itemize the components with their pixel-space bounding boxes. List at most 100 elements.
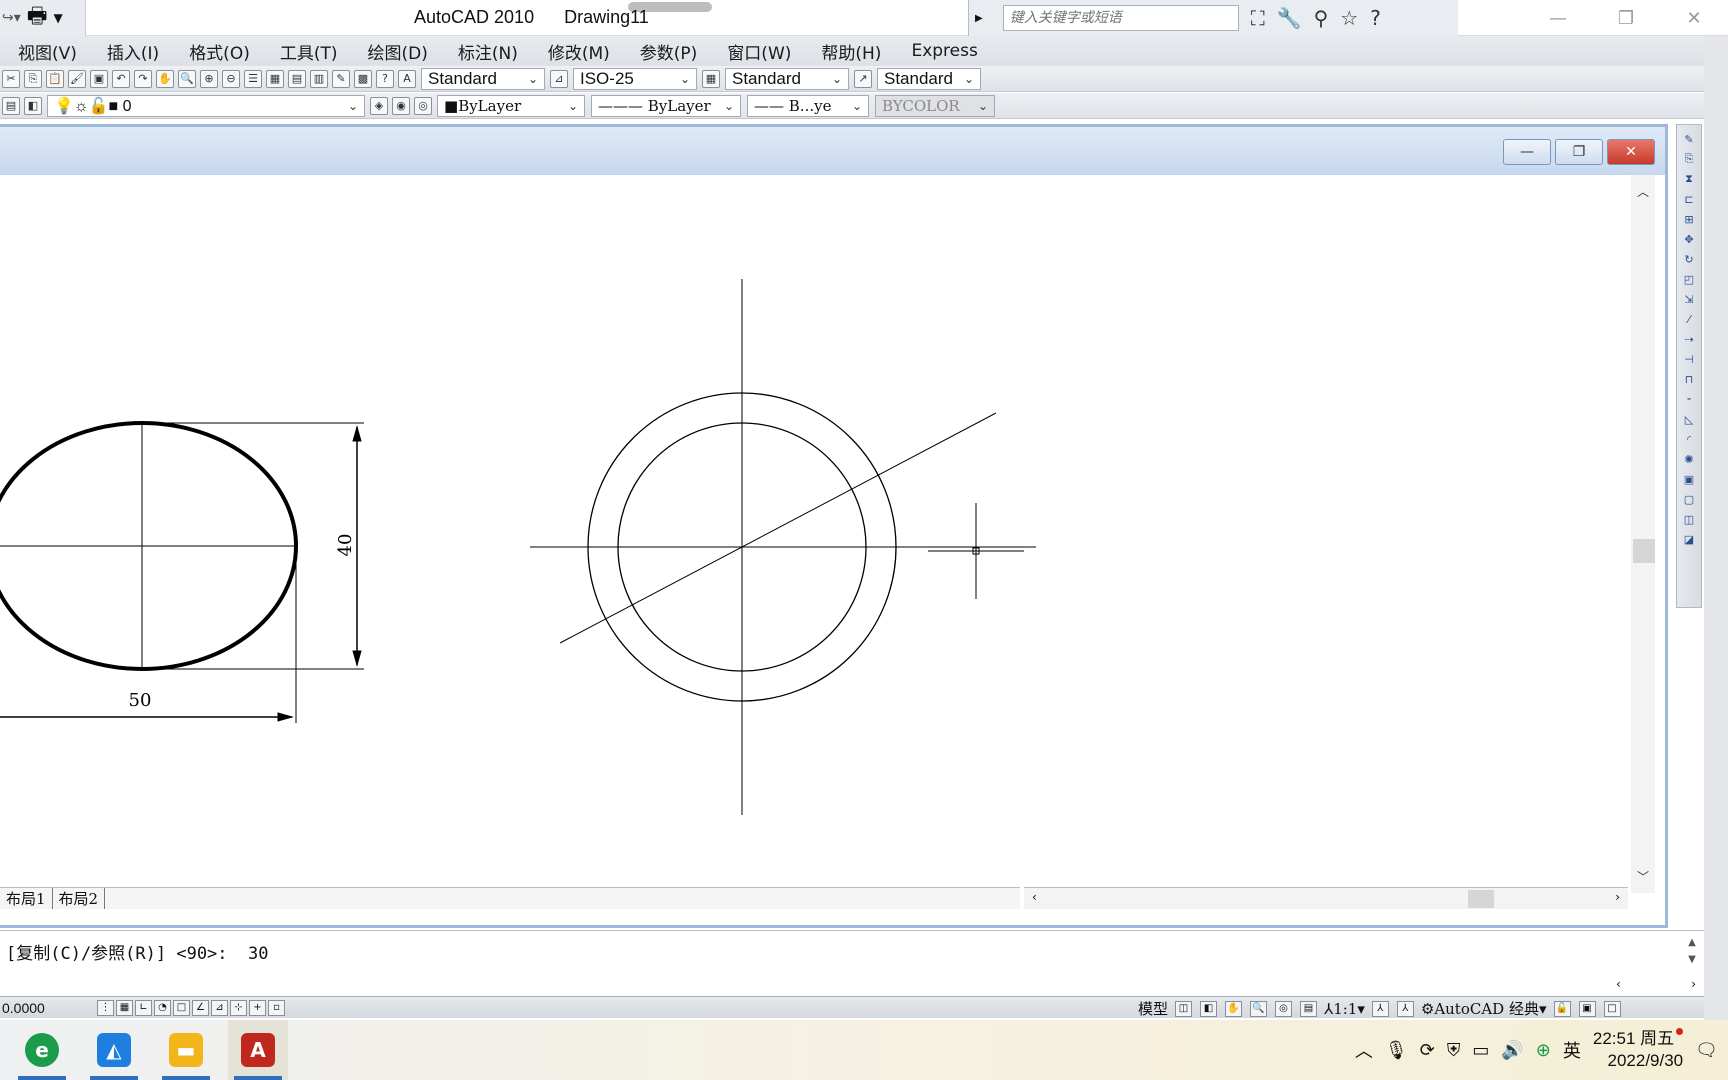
restore-icon[interactable]: ❐ [1592, 0, 1660, 36]
tool-palettes-icon[interactable]: ▤ [288, 69, 306, 88]
scroll-up-icon[interactable]: ︿ [1637, 183, 1649, 200]
menu-modify[interactable]: 修改(M) [548, 39, 610, 64]
join-icon[interactable]: ⁃ [1681, 391, 1697, 407]
menu-format[interactable]: 格式(O) [189, 39, 250, 64]
annotation-scale-wrap[interactable]: ⅄1:1▾ [1324, 1000, 1365, 1018]
vertical-scroll-thumb[interactable] [1633, 539, 1655, 563]
cut-icon[interactable]: ✂ [2, 69, 20, 88]
draworder-back-icon[interactable]: ▢ [1681, 491, 1697, 507]
linetype-select[interactable]: ——— ByLayer ⌄ [591, 94, 741, 117]
mirror-icon[interactable]: ⧗ [1681, 171, 1697, 187]
snap-mode-icon[interactable]: ⋮ [97, 999, 114, 1016]
table-style-icon[interactable]: ▦ [702, 69, 720, 88]
tray-overflow-chevron-icon[interactable]: ︿ [1355, 1037, 1373, 1063]
offset-icon[interactable]: ⊏ [1681, 191, 1697, 207]
array-icon[interactable]: ⊞ [1681, 211, 1697, 227]
paste-icon[interactable]: 📋 [46, 69, 64, 88]
microphone-icon[interactable]: 🎙 [1385, 1040, 1408, 1061]
rotate-icon[interactable]: ↻ [1681, 251, 1697, 267]
layer-select[interactable]: 💡☼🔓■ 0 ⌄ [47, 94, 365, 117]
lineweight-display-icon[interactable]: + [249, 999, 266, 1016]
taskbar-app-autocad[interactable]: A [228, 1020, 288, 1080]
object-snap-tracking-icon[interactable]: ∠ [192, 999, 209, 1016]
sync-icon[interactable]: ⟳ [1420, 1040, 1435, 1061]
grid-display-icon[interactable]: ▦ [116, 999, 133, 1016]
text-style-icon[interactable]: A [398, 69, 416, 88]
layer-manager-icon[interactable]: ▤ [2, 96, 20, 115]
scale-icon[interactable]: ◰ [1681, 271, 1697, 287]
match-properties-icon[interactable]: 🖌 [68, 69, 86, 88]
quick-view-icon[interactable]: ◧ [1200, 1000, 1218, 1017]
wrench-icon[interactable]: 🔧 [1277, 6, 1302, 30]
layout-view-icon[interactable]: ◫ [1175, 1000, 1193, 1017]
lock-icon[interactable]: 🔓 [1553, 1000, 1571, 1017]
close-icon[interactable]: ✕ [1660, 0, 1728, 36]
clock[interactable]: 22:51 周五 2022/9/30 [1593, 1028, 1684, 1072]
menu-dimension[interactable]: 标注(N) [458, 39, 518, 64]
taskbar-app-photos[interactable]: ◭ [84, 1020, 144, 1080]
quick-properties-icon[interactable]: ▫ [268, 999, 285, 1016]
menu-draw[interactable]: 绘图(D) [368, 39, 428, 64]
command-line[interactable]: [复制(C)/参照(R)] <90>: 30 ▲ ▼ ‹ › [0, 930, 1704, 994]
zoom-previous-icon[interactable]: ⊖ [222, 69, 240, 88]
clean-screen-icon[interactable]: □ [1603, 1000, 1621, 1017]
model-space-label[interactable]: 模型 [1138, 998, 1168, 1019]
design-center-icon[interactable]: ▦ [266, 69, 284, 88]
scroll-right-icon[interactable]: › [1615, 890, 1620, 904]
qat-dropdown-icon[interactable]: ▼ [54, 11, 63, 25]
angled-line[interactable] [559, 412, 997, 644]
dim-text-width[interactable]: 50 [129, 690, 152, 711]
dim-style-select[interactable]: ISO-25 ⌄ [573, 67, 697, 90]
dim-text-height[interactable]: 40 [335, 534, 356, 557]
help-button-icon[interactable]: ? [376, 69, 394, 88]
move-icon[interactable]: ✥ [1681, 231, 1697, 247]
star-icon[interactable]: ☆ [1340, 6, 1358, 30]
table-style-select[interactable]: Standard ⌄ [725, 67, 849, 90]
erase-icon[interactable]: ✎ [1681, 131, 1697, 147]
command-line-hscroll[interactable]: ‹ › [1608, 974, 1704, 994]
zoom-status-icon[interactable]: 🔍 [1250, 1000, 1268, 1017]
annotation-visibility-icon[interactable]: ⅄ [1371, 1000, 1389, 1017]
menu-parametric[interactable]: 参数(P) [640, 39, 698, 64]
tab-layout2[interactable]: 布局2 [53, 888, 106, 909]
draworder-under-icon[interactable]: ◪ [1681, 531, 1697, 547]
stretch-icon[interactable]: ⇲ [1681, 291, 1697, 307]
block-editor-icon[interactable]: ▣ [90, 69, 108, 88]
minimize-icon[interactable]: — [1524, 0, 1592, 36]
scroll-down-icon[interactable]: ﹀ [1637, 868, 1649, 885]
taskbar-app-explorer[interactable]: ▬ [156, 1020, 216, 1080]
scroll-left-icon[interactable]: ‹ [1032, 890, 1037, 904]
copy-icon[interactable]: ⎘ [24, 69, 42, 88]
sheet-set-icon[interactable]: ▥ [310, 69, 328, 88]
command-scroll-down-icon[interactable]: ▼ [1688, 954, 1696, 965]
draworder-front-icon[interactable]: ▣ [1681, 471, 1697, 487]
security-shield-icon[interactable]: ⛨ [1447, 1040, 1461, 1061]
trim-icon[interactable]: ⁄ [1681, 311, 1697, 327]
fillet-icon[interactable]: ◜ [1681, 431, 1697, 447]
chamfer-icon[interactable]: ◺ [1681, 411, 1697, 427]
properties-icon[interactable]: ☰ [244, 69, 262, 88]
text-style-select[interactable]: Standard ⌄ [421, 67, 545, 90]
menu-tools[interactable]: 工具(T) [280, 39, 338, 64]
ortho-mode-icon[interactable]: ∟ [135, 999, 152, 1016]
steering-wheel-icon[interactable]: ◎ [1275, 1000, 1293, 1017]
undo-icon[interactable]: ↶ [112, 69, 130, 88]
redo-arrow-icon[interactable]: ↪▾ [2, 10, 21, 26]
zoom-realtime-icon[interactable]: 🔍 [178, 69, 196, 88]
copy-object-icon[interactable]: ⎘ [1681, 151, 1697, 167]
pan-icon[interactable]: ✋ [156, 69, 174, 88]
layer-isolate-icon[interactable]: ◎ [414, 96, 432, 115]
menu-help[interactable]: 帮助(H) [821, 39, 881, 64]
drawing-maximize-icon[interactable]: ❐ [1555, 139, 1603, 165]
dynamic-ucs-icon[interactable]: ⊿ [211, 999, 228, 1016]
search-input[interactable] [1002, 5, 1239, 31]
drawing-close-icon[interactable]: ✕ [1607, 139, 1655, 165]
pan-status-icon[interactable]: ✋ [1225, 1000, 1243, 1017]
help-icon[interactable]: ? [1370, 6, 1381, 30]
redo-icon[interactable]: ↷ [134, 69, 152, 88]
polar-tracking-icon[interactable]: ◔ [154, 999, 171, 1016]
binoculars-icon[interactable]: ⛶ [1251, 6, 1265, 30]
command-scroll-left-icon[interactable]: ‹ [1616, 977, 1621, 991]
break-icon[interactable]: ⊓ [1681, 371, 1697, 387]
expand-arrow-icon[interactable]: ▶ [975, 13, 983, 24]
